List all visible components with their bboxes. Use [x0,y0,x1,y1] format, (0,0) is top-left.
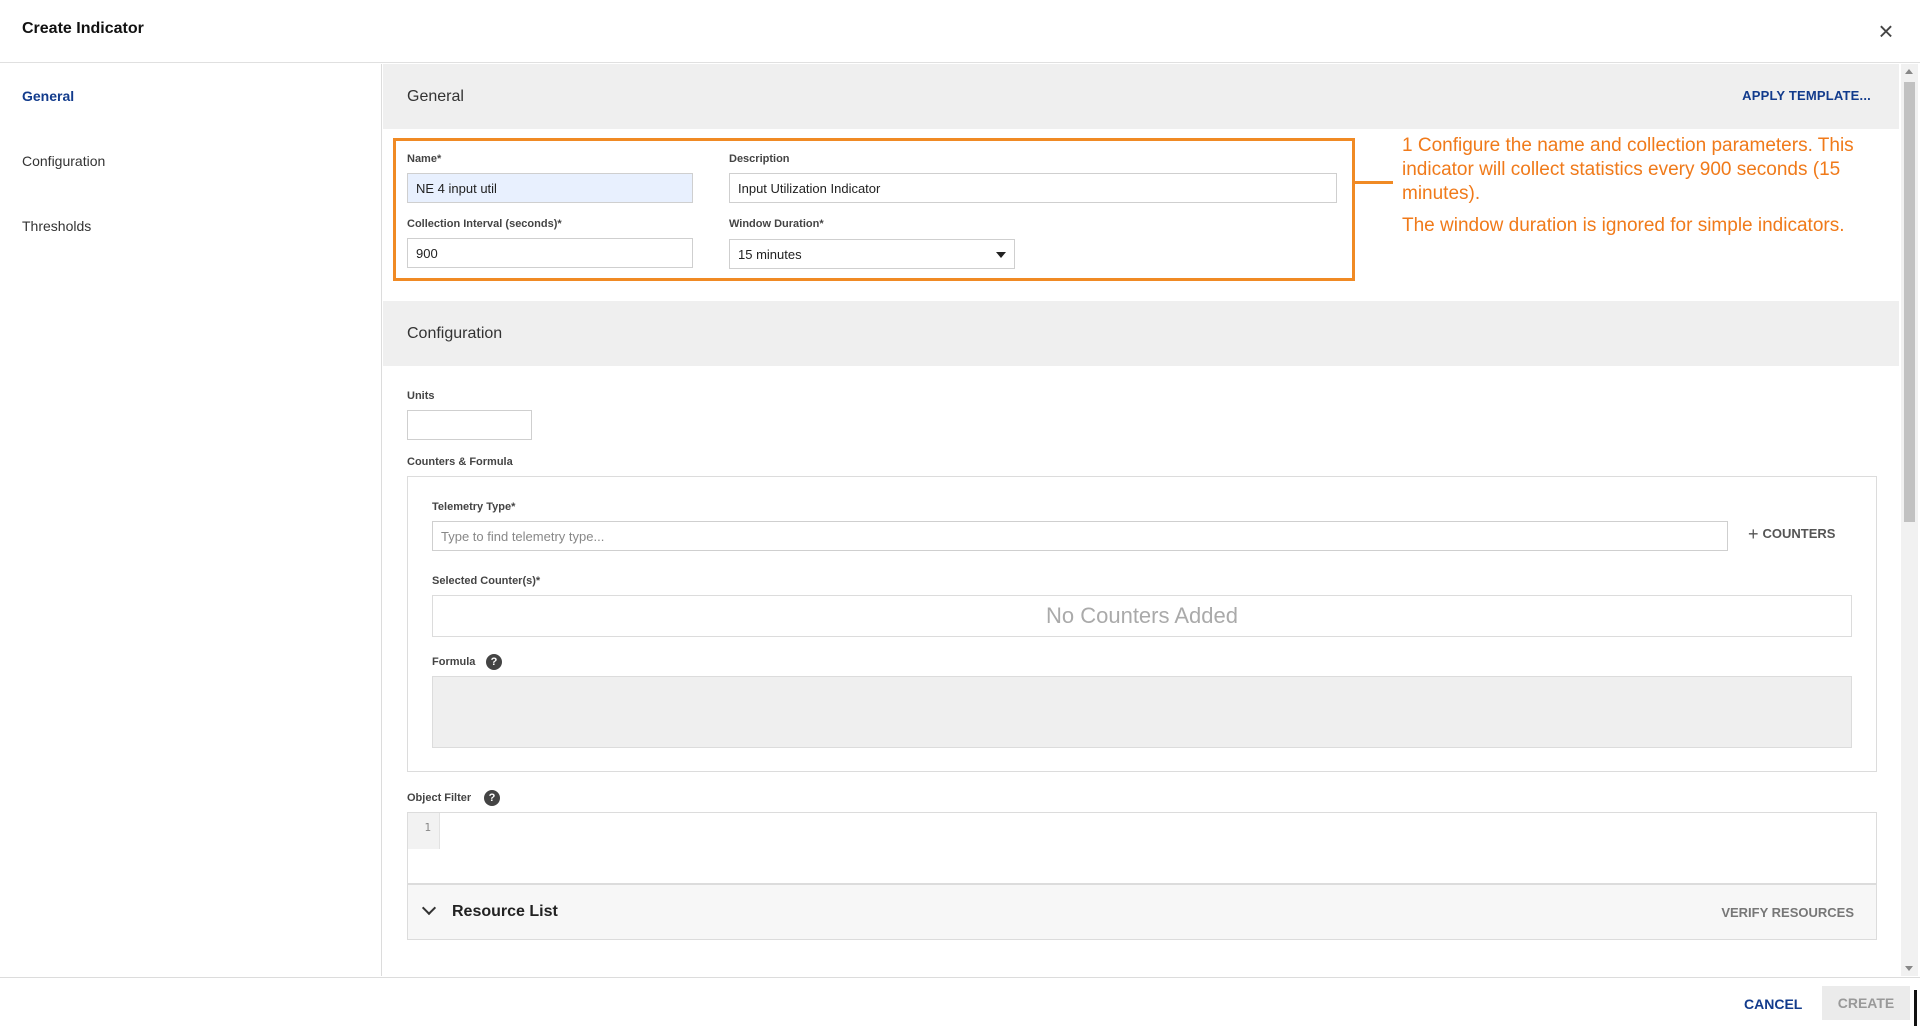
add-counters-button[interactable]: + COUNTERS [1748,524,1835,545]
counters-formula-label: Counters & Formula [407,456,513,468]
object-filter-editor[interactable]: 1 [407,812,1877,884]
object-filter-label: Object Filter [407,792,472,804]
formula-label: Formula [432,656,476,668]
annotation-callout: 1 Configure the name and collection para… [1402,134,1902,238]
general-heading: General [407,88,464,105]
scroll-down-icon[interactable] [1905,966,1913,971]
configuration-heading: Configuration [407,325,503,342]
cancel-button[interactable]: CANCEL [1744,996,1802,1012]
telemetry-type-label: Telemetry Type* [432,501,516,513]
chevron-down-icon [421,900,437,916]
annotation-line-2: The window duration is ignored for simpl… [1402,215,1845,236]
help-icon[interactable]: ? [484,790,500,806]
window-edge-divider [1914,990,1917,1026]
annotation-line-1: 1 Configure the name and collection para… [1402,135,1854,204]
scroll-up-icon[interactable] [1905,69,1913,74]
resource-list-label: Resource List [452,903,558,920]
formula-input[interactable] [432,676,1852,748]
dialog-title: Create Indicator [22,20,144,37]
dialog-footer: CANCEL CREATE [0,977,1920,1030]
selected-counters-label: Selected Counter(s)* [432,575,541,587]
annotation-highlight-box [393,138,1355,281]
plus-icon: + [1748,524,1759,544]
sidebar-nav: General Configuration Thresholds [0,64,382,976]
line-number-gutter: 1 [408,813,440,849]
units-label: Units [407,390,435,402]
selected-counters-list: No Counters Added [432,595,1852,637]
resource-list-expander[interactable]: Resource List VERIFY RESOURCES [407,884,1877,940]
close-icon[interactable]: × [1872,18,1900,46]
sidebar-item-thresholds[interactable]: Thresholds [22,218,91,234]
annotation-connector [1355,181,1393,184]
apply-template-button[interactable]: APPLY TEMPLATE... [1742,88,1871,103]
configuration-section-header: Configuration [383,301,1899,366]
sidebar-item-configuration[interactable]: Configuration [22,153,105,169]
create-button[interactable]: CREATE [1822,986,1910,1020]
main-scrollbar[interactable] [1901,64,1918,976]
verify-resources-button[interactable]: VERIFY RESOURCES [1721,905,1854,920]
scrollbar-thumb[interactable] [1904,82,1915,522]
dialog-header: Create Indicator × [0,0,1920,63]
telemetry-type-input[interactable]: Type to find telemetry type... [432,521,1728,551]
general-section-header: General APPLY TEMPLATE... [383,64,1899,129]
help-icon[interactable]: ? [486,654,502,670]
units-input[interactable] [407,410,532,440]
sidebar-item-general[interactable]: General [22,88,74,104]
add-counters-label: COUNTERS [1762,526,1836,541]
